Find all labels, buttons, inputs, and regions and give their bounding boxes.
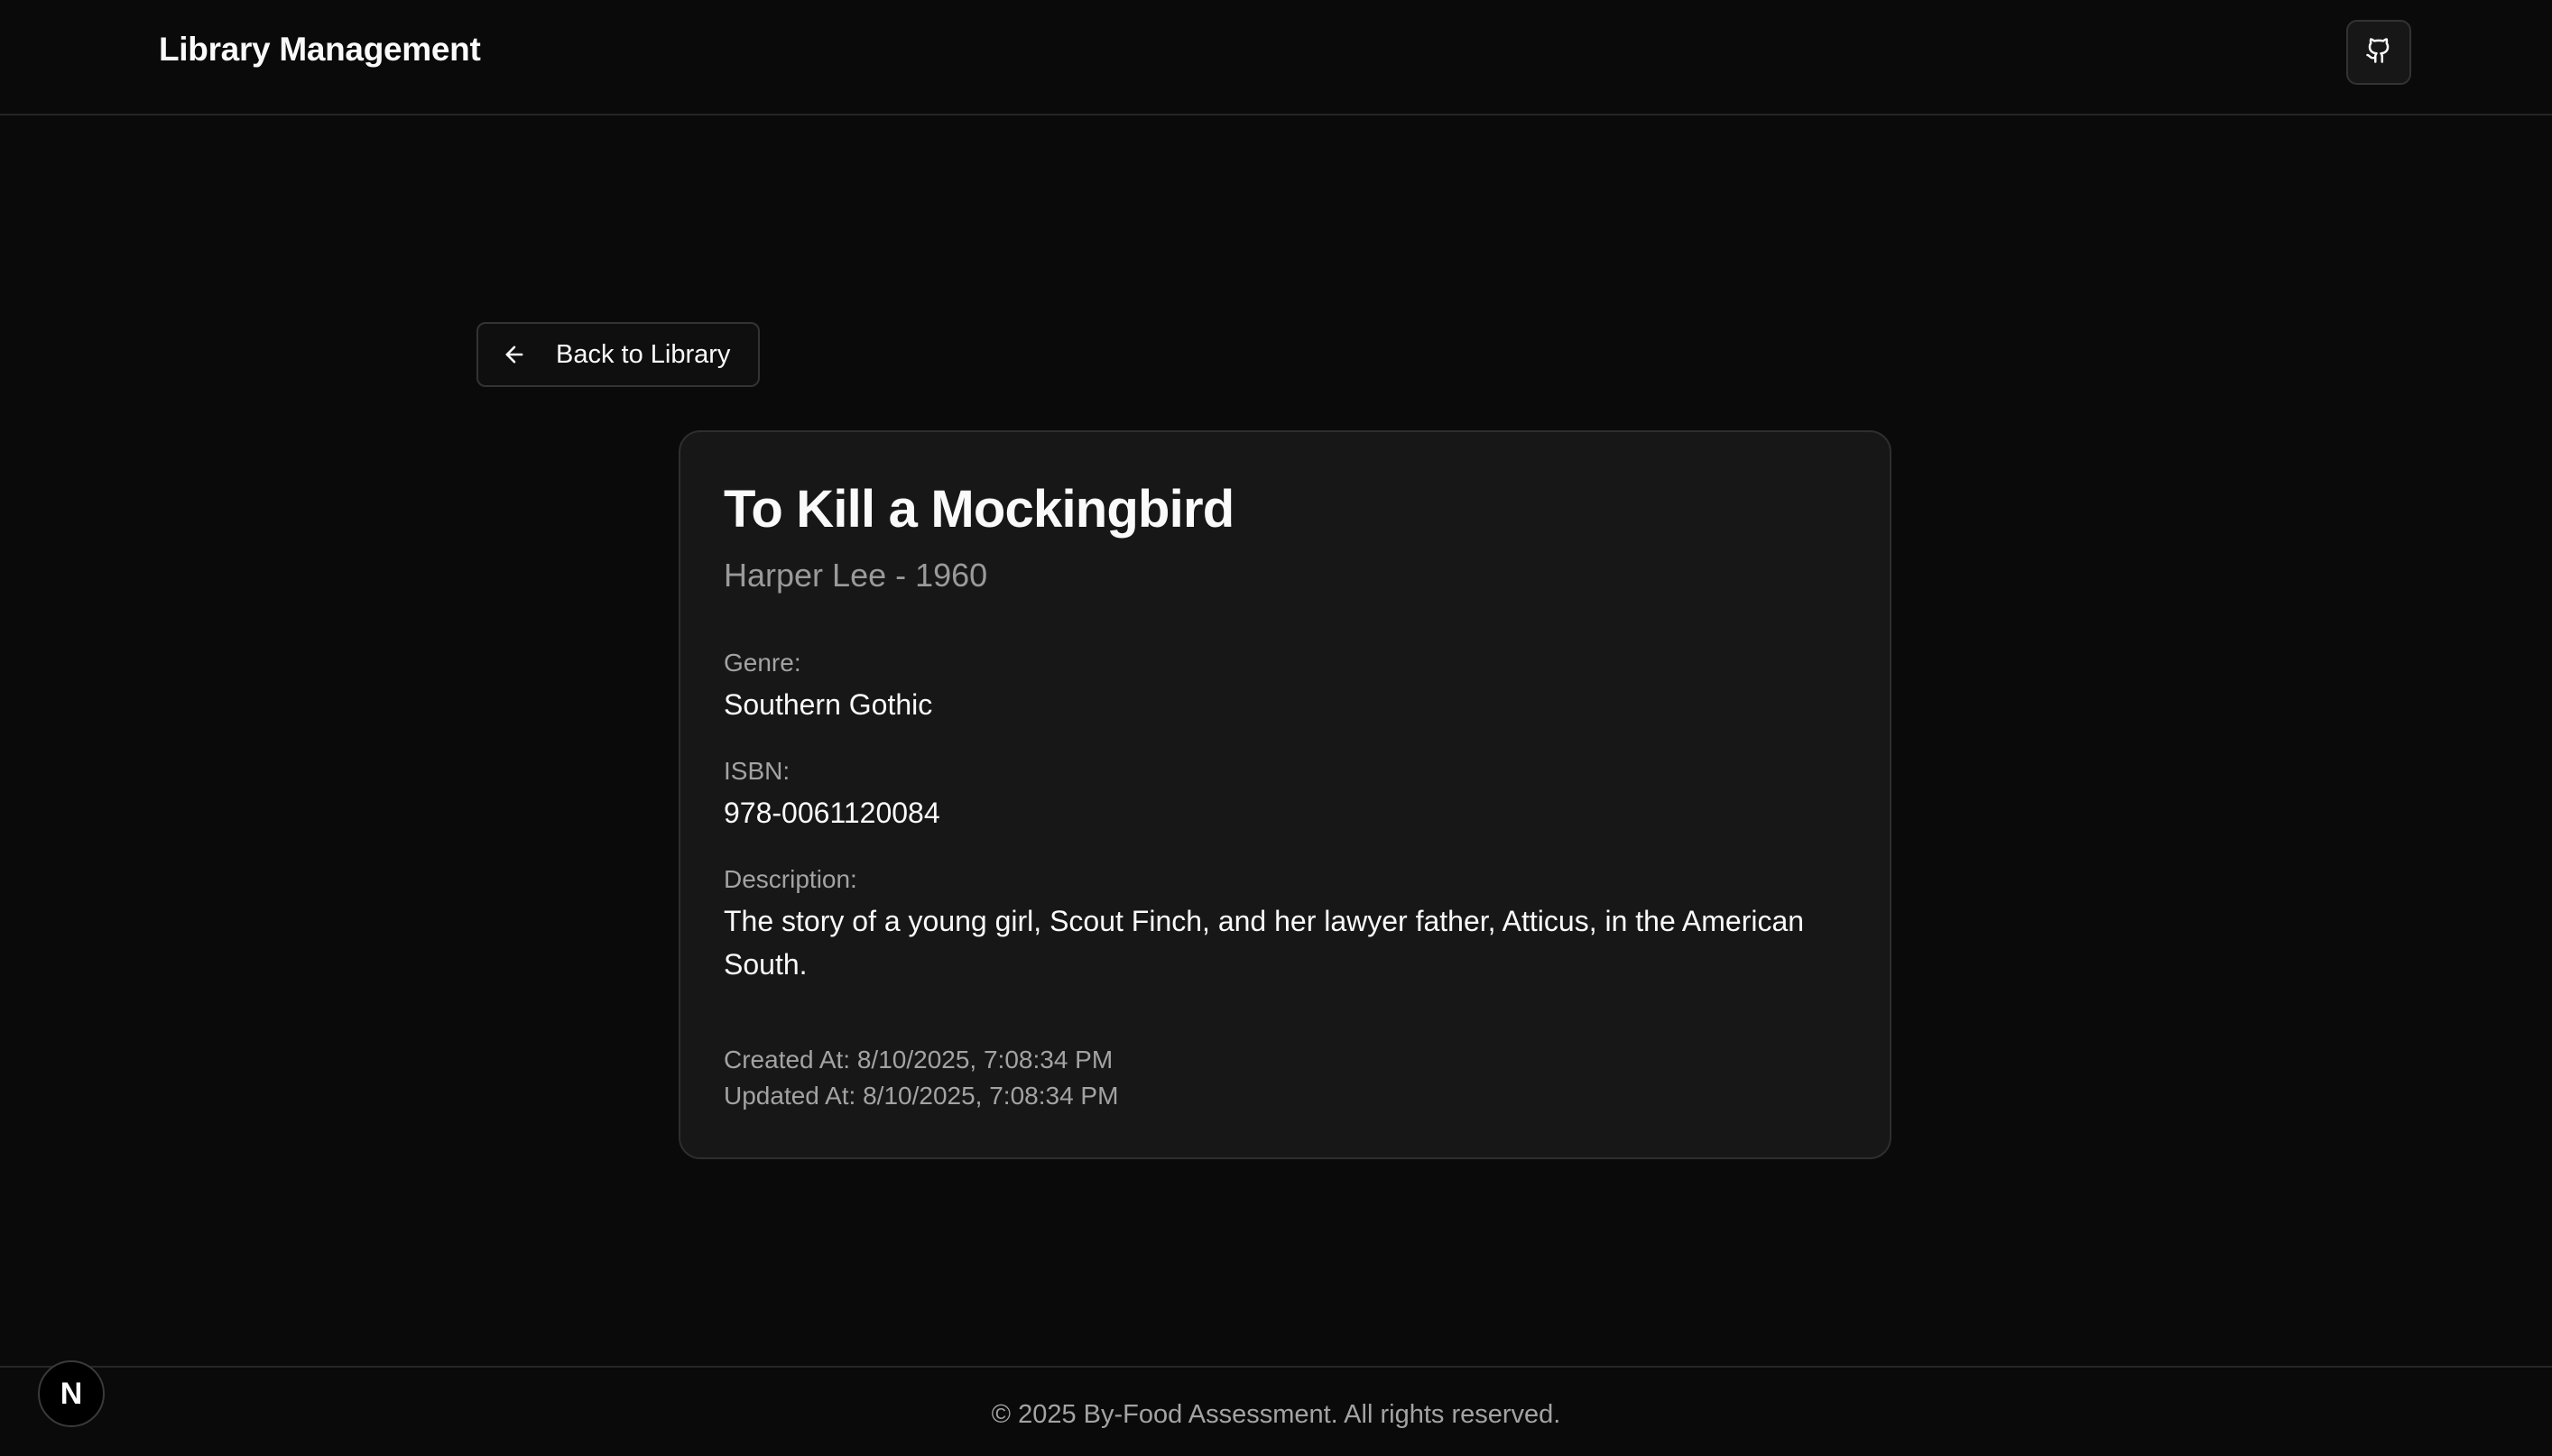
isbn-value: 978-0061120084 [724, 797, 940, 829]
back-button-label: Back to Library [556, 339, 731, 369]
genre-value: Southern Gothic [724, 688, 933, 721]
created-at: Created At: 8/10/2025, 7:08:34 PM [724, 1046, 1114, 1074]
nextjs-icon: N [60, 1376, 83, 1411]
book-author-year: Harper Lee - 1960 [724, 557, 988, 594]
app-title[interactable]: Library Management [159, 31, 481, 69]
book-detail-card: To Kill a Mockingbird Harper Lee - 1960 … [679, 430, 1891, 1159]
updated-at: Updated At: 8/10/2025, 7:08:34 PM [724, 1082, 1119, 1110]
back-to-library-button[interactable]: Back to Library [476, 322, 760, 387]
github-icon [2365, 37, 2392, 69]
site-header: Library Management [0, 0, 2552, 115]
nextjs-dev-badge[interactable]: N [38, 1360, 105, 1427]
copyright-text: © 2025 By-Food Assessment. All rights re… [991, 1400, 1561, 1429]
arrow-left-icon [500, 340, 529, 369]
book-title: To Kill a Mockingbird [724, 480, 1234, 539]
description-value: The story of a young girl, Scout Finch, … [724, 905, 1805, 981]
site-footer: © 2025 By-Food Assessment. All rights re… [0, 1366, 2552, 1456]
genre-label: Genre: [724, 649, 801, 677]
github-button[interactable] [2346, 20, 2411, 85]
isbn-label: ISBN: [724, 757, 791, 785]
description-label: Description: [724, 865, 857, 893]
